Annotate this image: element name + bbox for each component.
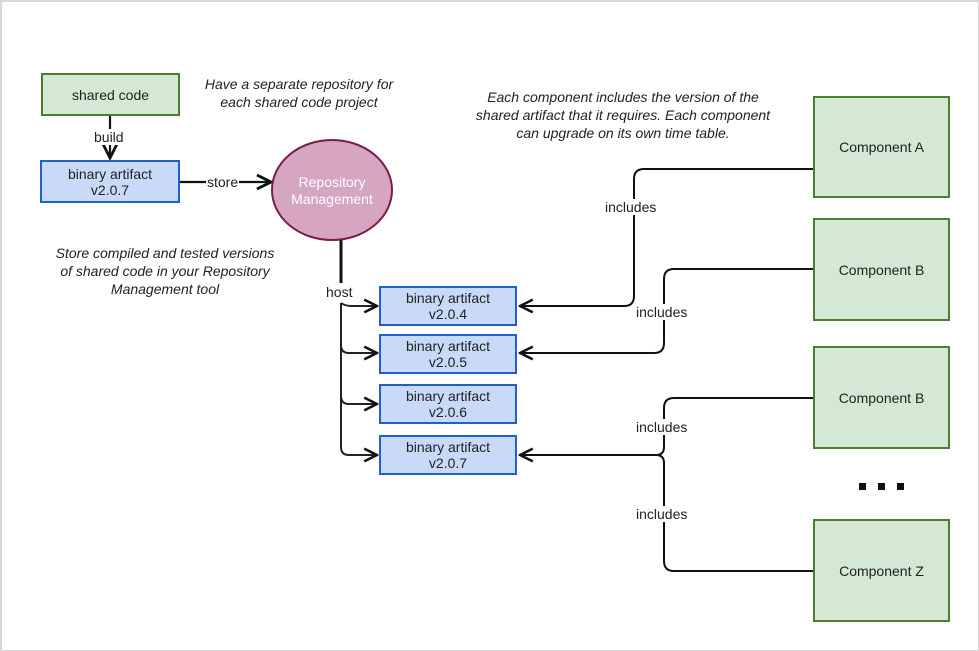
edge-host-v205 <box>340 303 377 353</box>
note-line: Each component includes the version of t… <box>487 89 759 105</box>
dot <box>859 483 866 490</box>
includes-label-b2: includes <box>635 419 689 435</box>
note-line: Management tool <box>110 281 220 297</box>
shared-code-label: shared code <box>71 86 150 103</box>
build-label: build <box>93 129 125 145</box>
store-label: store <box>206 174 240 190</box>
built-artifact-box[interactable]: binary artifact v2.0.7 <box>40 160 180 203</box>
artifact-version: v2.0.7 <box>428 455 468 471</box>
edge-host-v204 <box>340 303 377 306</box>
note-separate-repository: Have a separate repository for each shar… <box>184 75 414 111</box>
artifact-name: binary artifact <box>405 290 491 306</box>
dot <box>897 483 904 490</box>
note-component-includes: Each component includes the version of t… <box>443 88 803 142</box>
includes-label-z: includes <box>635 506 689 522</box>
note-line: shared artifact that it requires. Each c… <box>475 107 771 123</box>
note-line: Have a separate repository for <box>204 76 394 92</box>
built-artifact-version: v2.0.7 <box>90 181 130 198</box>
hosted-artifact-v2-0-7[interactable]: binary artifact v2.0.7 <box>379 435 517 475</box>
repository-label[interactable]: Repository Management <box>272 174 392 208</box>
artifact-name: binary artifact <box>405 338 491 354</box>
hosted-artifact-v2-0-6[interactable]: binary artifact v2.0.6 <box>379 384 517 424</box>
hosted-artifact-v2-0-5[interactable]: binary artifact v2.0.5 <box>379 334 517 374</box>
shared-code-box[interactable]: shared code <box>41 73 180 116</box>
note-line: of shared code in your Repository <box>60 263 270 279</box>
note-line: Store compiled and tested versions <box>55 245 275 261</box>
note-line: can upgrade on its own time table. <box>516 125 730 141</box>
component-label: Component Z <box>839 562 924 579</box>
component-label: Component B <box>838 389 925 406</box>
edge-componentA-includes <box>520 168 814 306</box>
built-artifact-name: binary artifact <box>67 165 153 182</box>
component-b-second[interactable]: Component B <box>813 346 950 449</box>
host-label: host <box>325 284 354 300</box>
component-label: Component B <box>838 261 925 278</box>
component-a[interactable]: Component A <box>813 96 950 198</box>
includes-label-a: includes <box>604 199 658 215</box>
component-b[interactable]: Component B <box>813 218 950 321</box>
includes-label-b: includes <box>635 304 689 320</box>
artifact-version: v2.0.4 <box>428 306 468 322</box>
component-z[interactable]: Component Z <box>813 519 950 622</box>
artifact-name: binary artifact <box>405 388 491 404</box>
artifact-version: v2.0.5 <box>428 354 468 370</box>
dot <box>878 483 885 490</box>
artifact-name: binary artifact <box>405 439 491 455</box>
note-line: each shared code project <box>220 94 378 110</box>
repository-label-line1: Repository <box>298 174 366 190</box>
artifact-version: v2.0.6 <box>428 404 468 420</box>
component-label: Component A <box>839 139 924 155</box>
ellipsis-more-components <box>859 483 904 490</box>
hosted-artifact-v2-0-4[interactable]: binary artifact v2.0.4 <box>379 286 517 326</box>
repository-label-line2: Management <box>291 191 373 207</box>
note-store-compiled: Store compiled and tested versions of sh… <box>30 244 300 298</box>
